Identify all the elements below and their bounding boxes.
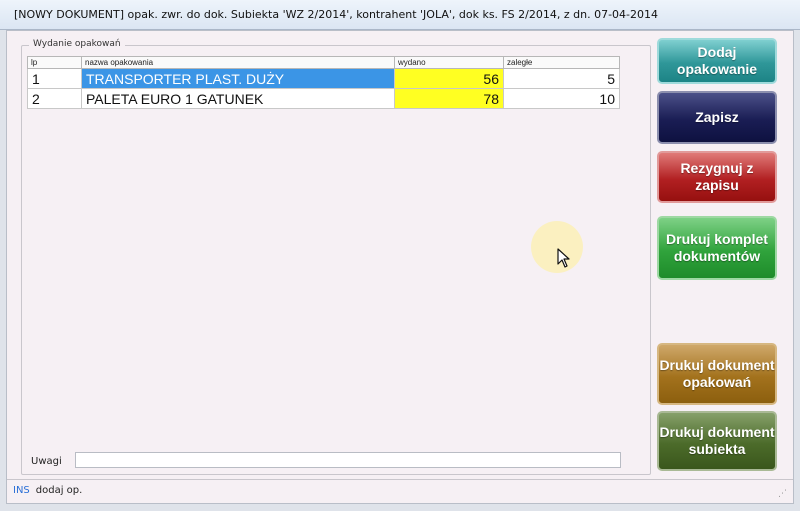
cell-overdue[interactable]: 10 bbox=[503, 88, 620, 109]
mouse-pointer-icon bbox=[557, 248, 570, 268]
packaging-table: lp nazwa opakowania wydano zaległe 1 TRA… bbox=[27, 56, 620, 109]
cell-overdue[interactable]: 5 bbox=[503, 68, 620, 89]
column-header-lp[interactable]: lp bbox=[27, 56, 82, 69]
main-panel: Wydanie opakowań lp nazwa opakowania wyd… bbox=[6, 30, 794, 504]
column-header-issued[interactable]: wydano bbox=[394, 56, 504, 69]
print-packaging-document-button[interactable]: Drukuj dokument opakowań bbox=[657, 343, 777, 405]
cell-issued[interactable]: 56 bbox=[394, 68, 504, 89]
cell-name[interactable]: TRANSPORTER PLAST. DUŻY bbox=[81, 68, 395, 89]
resize-grip-icon[interactable]: ⋰ bbox=[778, 489, 787, 499]
save-button[interactable]: Zapisz bbox=[657, 91, 777, 144]
notes-label: Uwagi bbox=[31, 456, 62, 467]
notes-input[interactable] bbox=[75, 452, 621, 468]
column-header-name[interactable]: nazwa opakowania bbox=[81, 56, 395, 69]
window-title: [NOWY DOKUMENT] opak. zwr. do dok. Subie… bbox=[0, 0, 800, 30]
status-key: INS bbox=[13, 485, 30, 496]
cell-name[interactable]: PALETA EURO 1 GATUNEK bbox=[81, 88, 395, 109]
table-row[interactable]: 1 TRANSPORTER PLAST. DUŻY 56 5 bbox=[27, 68, 620, 89]
cell-lp[interactable]: 2 bbox=[27, 88, 82, 109]
print-subiekt-document-button[interactable]: Drukuj dokument subiekta bbox=[657, 411, 777, 471]
column-header-overdue[interactable]: zaległe bbox=[503, 56, 620, 69]
cell-issued[interactable]: 78 bbox=[394, 88, 504, 109]
status-bar: INS dodaj op. bbox=[7, 479, 793, 503]
table-header-row: lp nazwa opakowania wydano zaległe bbox=[27, 56, 620, 69]
table-row[interactable]: 2 PALETA EURO 1 GATUNEK 78 10 bbox=[27, 88, 620, 109]
status-text: dodaj op. bbox=[35, 485, 83, 496]
print-all-documents-button[interactable]: Drukuj komplet dokumentów bbox=[657, 216, 777, 280]
cell-lp[interactable]: 1 bbox=[27, 68, 82, 89]
add-packaging-button[interactable]: Dodaj opakowanie bbox=[657, 38, 777, 84]
cancel-save-button[interactable]: Rezygnuj z zapisu bbox=[657, 151, 777, 203]
group-label: Wydanie opakowań bbox=[29, 39, 125, 49]
